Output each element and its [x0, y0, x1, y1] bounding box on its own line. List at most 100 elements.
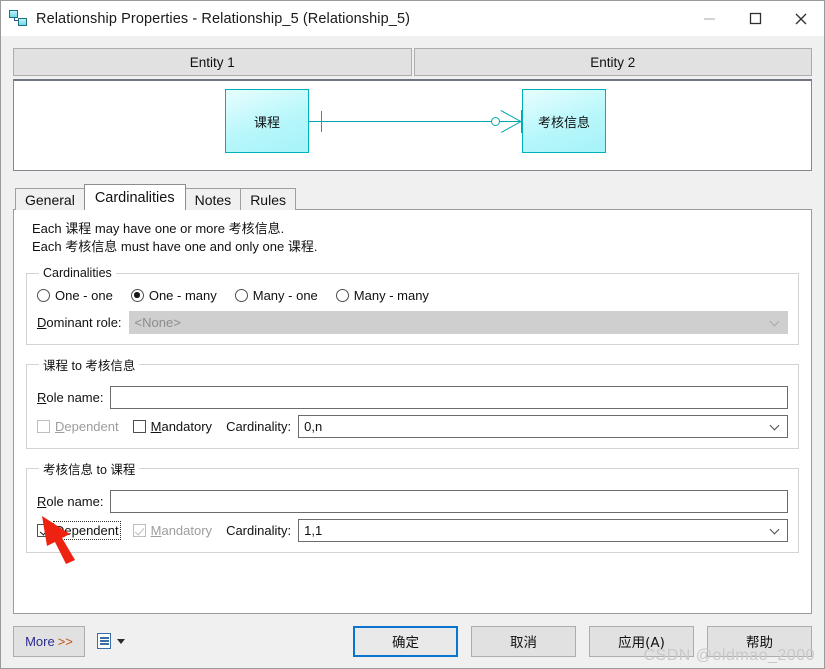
desc2-entity2: 课程: [287, 240, 314, 255]
tab-rules[interactable]: Rules: [240, 188, 296, 210]
rg1-options-row: Dependent Mandatory Cardinality: 0,n: [37, 415, 788, 438]
description-line-2: Each 考核信息 must have one and only one 课程.: [32, 238, 799, 256]
role-group-assessment-to-course: 考核信息 to 课程 Role name: Dependent Mandator…: [26, 459, 799, 553]
caret-down-icon: [117, 638, 125, 644]
tab-strip: General Cardinalities Notes Rules: [13, 184, 812, 210]
relationship-preview: 课程 考核信息: [13, 79, 812, 171]
rg1-role-name-input[interactable]: [110, 386, 788, 409]
rg2-mandatory-checkbox[interactable]: Mandatory: [132, 523, 213, 538]
radio-one-one-label: One - one: [55, 288, 113, 303]
cancel-button[interactable]: 取消: [471, 625, 576, 657]
entity-2-button[interactable]: Entity 2: [413, 48, 812, 76]
rg2-dependent-checkbox[interactable]: Dependent: [37, 521, 121, 540]
tab-general[interactable]: General: [15, 188, 85, 210]
more-button-chevrons: >>: [57, 633, 73, 649]
preview-entity-left: 课程: [225, 89, 309, 153]
dominant-role-label: Dominant role:: [37, 315, 122, 330]
rg1-cardinality-label: Cardinality:: [226, 419, 292, 434]
connector-one-tick: [321, 111, 322, 132]
rg2-to: to: [93, 463, 111, 477]
cardinalities-group-legend: Cardinalities: [43, 266, 112, 280]
minimize-icon[interactable]: [686, 1, 732, 36]
rg1-to: to: [68, 359, 86, 373]
connector-optional-circle: [491, 117, 500, 126]
radio-many-one[interactable]: Many - one: [234, 288, 318, 303]
chevron-down-icon: [771, 318, 780, 327]
cardinalities-group: Cardinalities One - one One - many Many …: [26, 266, 799, 345]
role-group-course-to-assessment: 课程 to 考核信息 Role name: Dependent Mandator…: [26, 355, 799, 449]
desc2-suffix: .: [313, 239, 318, 254]
window-title: Relationship Properties - Relationship_5…: [36, 10, 411, 27]
radio-many-one-indicator: [234, 289, 248, 302]
dialog-body: Entity 1 Entity 2 课程 考核信息 General Cardin…: [1, 36, 824, 614]
maximize-icon[interactable]: [732, 1, 778, 36]
radio-many-one-label: Many - one: [252, 288, 318, 303]
report-icon: [97, 633, 111, 649]
desc1-entity1: 课程: [65, 222, 92, 237]
radio-one-many-label: One - many: [148, 288, 217, 303]
radio-one-many-indicator: [130, 289, 144, 302]
rg2-entity-a: 考核信息: [43, 462, 94, 477]
more-button[interactable]: More >>: [13, 625, 85, 657]
role-group-1-legend: 课程 to 考核信息: [39, 355, 139, 374]
help-button[interactable]: 帮助: [707, 625, 812, 657]
desc2-prefix: Each: [32, 239, 66, 254]
desc2-middle: must have one and only one: [117, 239, 288, 254]
rg2-cardinality-value: 1,1: [304, 523, 323, 538]
radio-one-one-indicator: [37, 289, 50, 302]
dominant-role-combo[interactable]: <None>: [128, 311, 788, 334]
report-menu[interactable]: [97, 633, 125, 649]
radio-one-many[interactable]: One - many: [130, 288, 217, 303]
description-line-1: Each 课程 may have one or more 考核信息.: [32, 220, 799, 238]
chevron-down-icon: [771, 422, 780, 431]
rg2-role-name-label: Role name:: [37, 494, 104, 509]
apply-button[interactable]: 应用(A): [589, 625, 694, 657]
rg1-mandatory-indicator: [132, 420, 146, 433]
rg1-entity-b: 考核信息: [85, 358, 136, 373]
rg1-dependent-indicator: [37, 420, 50, 433]
rg1-mandatory-checkbox[interactable]: Mandatory: [132, 419, 212, 434]
rg1-cardinality-value: 0,n: [304, 419, 323, 434]
desc1-suffix: .: [280, 221, 285, 236]
desc2-entity1: 考核信息: [65, 240, 118, 255]
rg1-dependent-checkbox[interactable]: Dependent: [37, 419, 119, 434]
desc1-middle: may have one or more: [91, 221, 229, 236]
tab-notes[interactable]: Notes: [184, 188, 242, 210]
radio-many-many-label: Many - many: [353, 288, 429, 303]
relationship-properties-dialog: Relationship Properties - Relationship_5…: [0, 0, 825, 669]
rg2-mandatory-indicator: [132, 524, 146, 537]
title-bar: Relationship Properties - Relationship_5…: [1, 1, 824, 36]
entity-1-button[interactable]: Entity 1: [13, 48, 412, 76]
tab-cardinalities[interactable]: Cardinalities: [83, 184, 186, 210]
rg2-cardinality-label: Cardinality:: [226, 523, 292, 538]
rg2-role-name-input[interactable]: [110, 490, 788, 513]
dominant-role-row: Dominant role: <None>: [37, 311, 788, 334]
dialog-footer: More >> 确定 取消 应用(A) 帮助: [1, 614, 824, 668]
relationship-icon: [9, 9, 29, 28]
close-icon[interactable]: [778, 1, 824, 36]
rg1-dependent-label: Dependent: [55, 419, 119, 434]
radio-many-many[interactable]: Many - many: [335, 288, 429, 303]
radio-many-many-indicator: [335, 289, 349, 302]
rg1-role-name-label: Role name:: [37, 390, 104, 405]
rg1-cardinality-combo[interactable]: 0,n: [298, 415, 788, 438]
footer-buttons: 确定 取消 应用(A) 帮助: [353, 625, 812, 657]
rg2-cardinality-combo[interactable]: 1,1: [298, 519, 788, 542]
rg2-role-name-row: Role name:: [37, 490, 788, 513]
rg2-entity-b: 课程: [110, 462, 136, 477]
window-controls: [686, 1, 824, 36]
ok-button[interactable]: 确定: [353, 625, 458, 657]
rg2-options-row: Dependent Mandatory Cardinality: 1,1: [37, 519, 788, 542]
preview-entity-right: 考核信息: [522, 89, 606, 153]
radio-one-one[interactable]: One - one: [37, 288, 113, 303]
cardinality-description: Each 课程 may have one or more 考核信息. Each …: [32, 220, 799, 256]
rg1-role-name-row: Role name:: [37, 386, 788, 409]
rg1-entity-a: 课程: [43, 358, 69, 373]
connector-crow-foot: [500, 110, 523, 133]
chevron-down-icon: [771, 526, 780, 535]
rg2-mandatory-label: Mandatory: [150, 523, 213, 538]
dominant-role-value: <None>: [134, 315, 181, 330]
cardinality-radio-row: One - one One - many Many - one Many - m…: [37, 288, 788, 303]
rg2-dependent-label: Dependent: [53, 521, 121, 540]
role-group-2-legend: 考核信息 to 课程: [39, 459, 139, 478]
